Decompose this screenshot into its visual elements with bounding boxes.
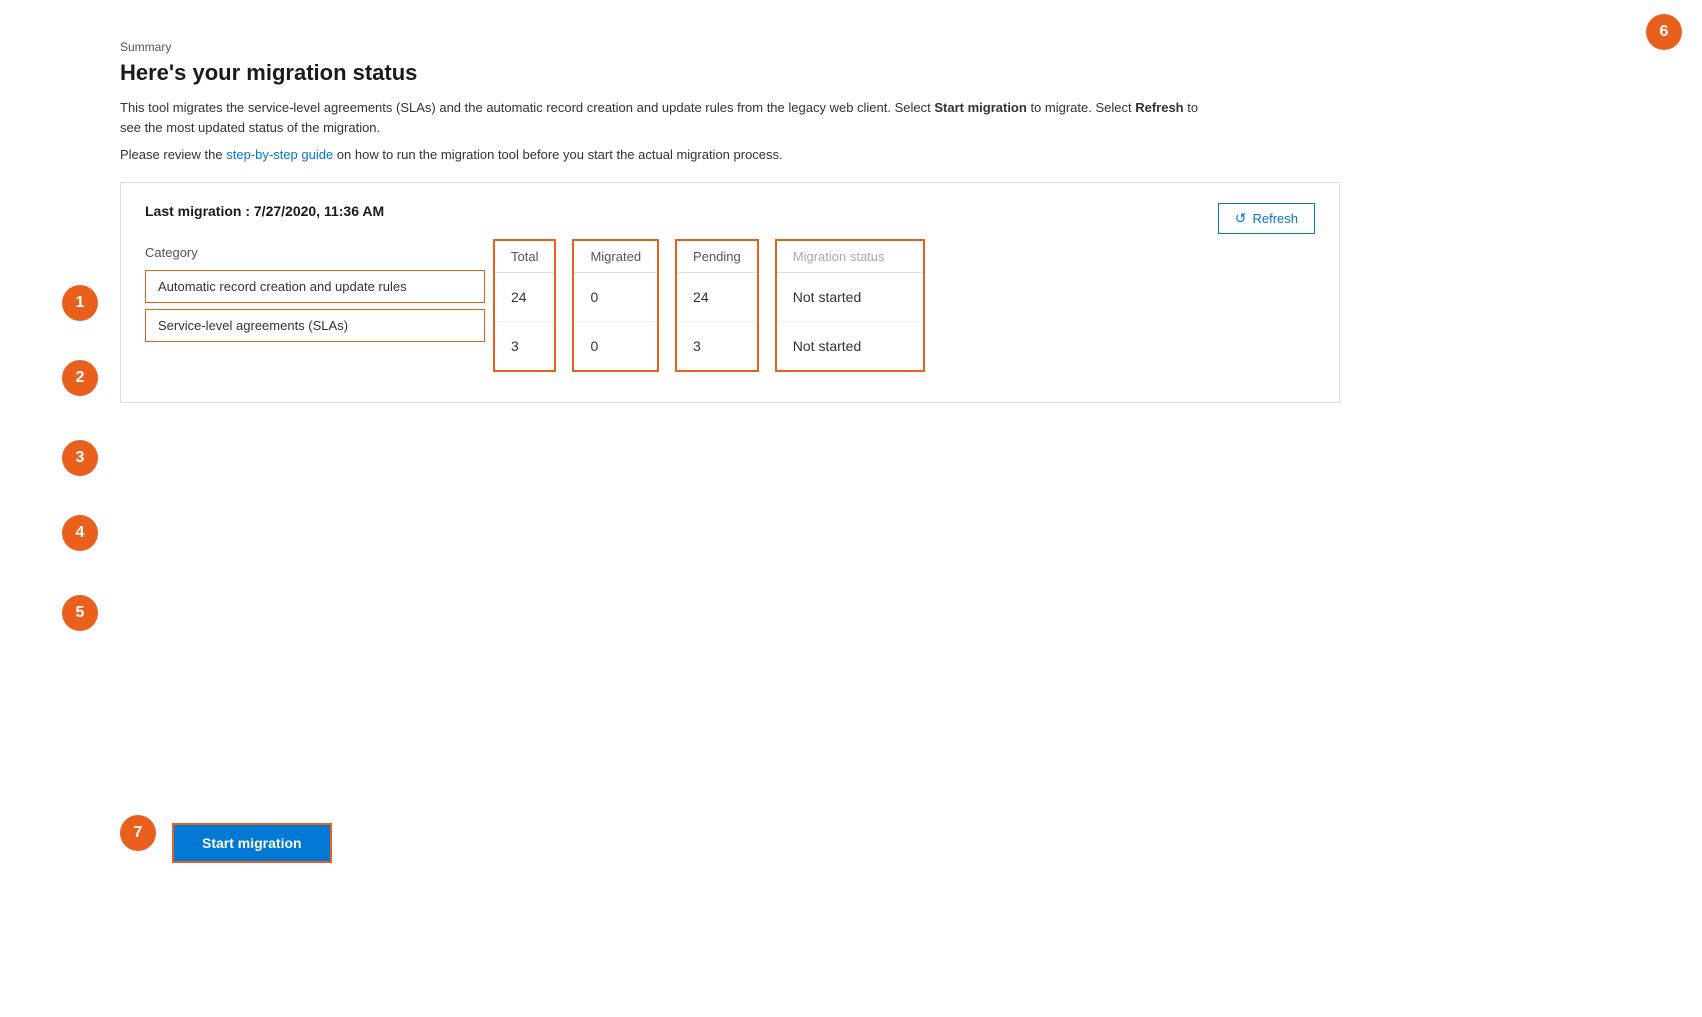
annotation-5: 5	[62, 595, 98, 631]
annotation-2: 2	[62, 360, 98, 396]
category-row-2: Service-level agreements (SLAs)	[145, 309, 485, 342]
guide-text: Please review the step-by-step guide on …	[120, 147, 1340, 162]
annotation-3: 3	[62, 440, 98, 476]
total-row-2: 3	[495, 321, 554, 370]
total-column: Total 24 3	[493, 239, 556, 372]
migrated-row-1: 0	[574, 273, 657, 321]
migrated-row-2: 0	[574, 321, 657, 370]
migration-table: Category Automatic record creation and u…	[145, 239, 1315, 372]
migrated-column: Migrated 0 0	[572, 239, 659, 372]
annotation-7: 7	[120, 815, 156, 851]
pending-header: Pending	[677, 241, 757, 273]
category-row-1: Automatic record creation and update rul…	[145, 270, 485, 303]
migrated-header: Migrated	[574, 241, 657, 273]
annotation-6: 6	[1646, 14, 1682, 50]
status-column: Migration status Not started Not started	[775, 239, 925, 372]
description-text: This tool migrates the service-level agr…	[120, 98, 1220, 137]
status-header: Migration status	[777, 241, 923, 273]
pending-column: Pending 24 3	[675, 239, 759, 372]
category-header: Category	[145, 239, 485, 270]
migration-panel: Last migration : 7/27/2020, 11:36 AM ↺ R…	[120, 182, 1340, 403]
guide-link[interactable]: step-by-step guide	[226, 147, 333, 162]
pending-row-1: 24	[677, 273, 757, 321]
start-migration-button[interactable]: Start migration	[172, 823, 332, 863]
status-row-2: Not started	[777, 321, 923, 370]
annotation-1: 1	[62, 285, 98, 321]
total-row-1: 24	[495, 273, 554, 321]
refresh-icon: ↺	[1235, 210, 1247, 227]
refresh-button[interactable]: ↺ Refresh	[1218, 203, 1315, 234]
page-title: Here's your migration status	[120, 60, 1340, 86]
annotation-4: 4	[62, 515, 98, 551]
breadcrumb: Summary	[120, 40, 1340, 54]
last-migration-label: Last migration : 7/27/2020, 11:36 AM	[145, 203, 1315, 219]
pending-row-2: 3	[677, 321, 757, 370]
category-column: Category Automatic record creation and u…	[145, 239, 485, 348]
total-header: Total	[495, 241, 554, 273]
status-row-1: Not started	[777, 273, 923, 321]
